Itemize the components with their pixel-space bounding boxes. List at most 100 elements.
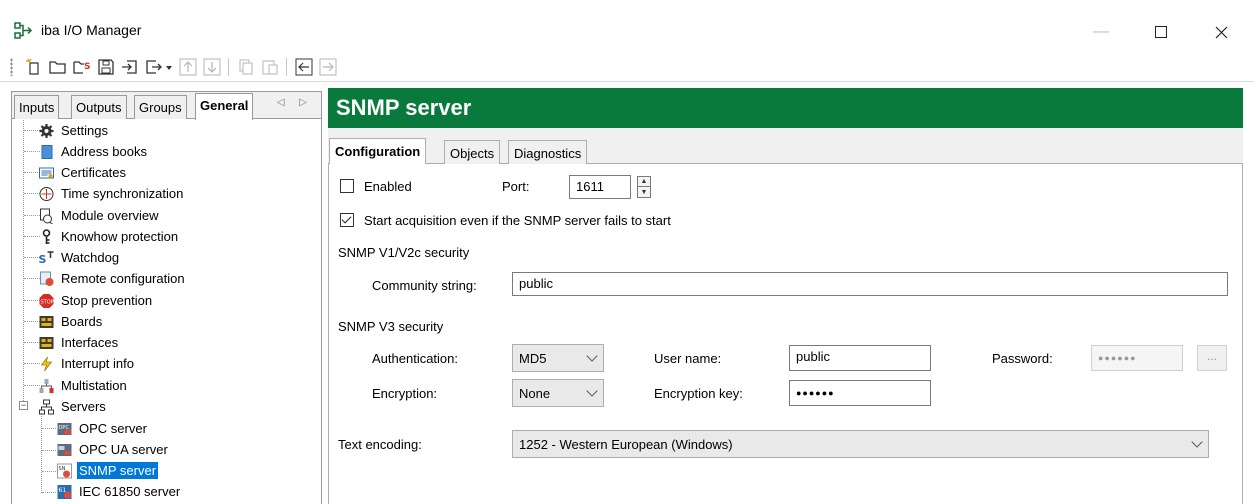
encryption-key-label: Encryption key:: [654, 386, 743, 401]
navigation-tabs: Inputs Outputs Groups General ◁ ▷: [12, 92, 321, 120]
new-icon[interactable]: [24, 57, 44, 77]
tree-item-module-overview[interactable]: Module overview: [38, 205, 161, 226]
toolbar-separator: [228, 58, 229, 76]
servers-expander[interactable]: −: [19, 401, 28, 410]
tree-item-certificates[interactable]: Certificates: [38, 162, 128, 183]
back-icon[interactable]: [294, 57, 314, 77]
encryption-select[interactable]: None: [512, 379, 604, 407]
chevron-down-icon: [586, 350, 598, 362]
tree-item-remote-configuration[interactable]: Remote configuration: [38, 268, 187, 289]
tree-item-label: Watchdog: [61, 250, 120, 265]
community-string-label: Community string:: [372, 278, 477, 293]
text-encoding-value: 1252 - Western European (Windows): [519, 437, 733, 452]
tree-item-interrupt-info[interactable]: Interrupt info: [38, 353, 136, 374]
tab-general[interactable]: General: [195, 93, 254, 120]
tree-item-address-books[interactable]: Address books: [38, 141, 149, 162]
tree-item-label: Certificates: [61, 165, 127, 180]
tree-item-stop-prevention[interactable]: STOP Stop prevention: [38, 290, 154, 311]
content-panel: SNMP server Configuration Objects Diagno…: [328, 88, 1243, 504]
authentication-label: Authentication:: [372, 351, 459, 366]
open-folder-icon[interactable]: [48, 57, 68, 77]
tab-configuration[interactable]: Configuration: [329, 138, 427, 165]
tree-item-label: Boards: [61, 314, 103, 329]
tree-item-multistation[interactable]: Multistation: [38, 375, 129, 396]
save-icon[interactable]: [96, 57, 116, 77]
tree-item-time-synchronization[interactable]: Time synchronization: [38, 183, 185, 204]
dropdown-arrow-icon[interactable]: [164, 57, 174, 77]
encryption-label: Encryption:: [372, 386, 438, 401]
tab-diagnostics[interactable]: Diagnostics: [508, 140, 588, 164]
remote-config-icon: [40, 271, 54, 286]
tree-item-label: Address books: [61, 144, 147, 159]
community-string-input[interactable]: public: [512, 272, 1228, 296]
tab-inputs[interactable]: Inputs: [14, 95, 60, 119]
tree-item-label: Time synchronization: [61, 186, 184, 201]
encryption-key-input[interactable]: ●●●●●●: [789, 380, 931, 406]
user-name-input[interactable]: public: [789, 345, 931, 371]
tab-scroll-arrows[interactable]: ◁ ▷: [277, 97, 313, 108]
tree-guide: [42, 492, 56, 493]
multistation-icon: [39, 378, 54, 393]
tree-item-label: Interrupt info: [61, 356, 134, 371]
tree-item-opc-ua-server[interactable]: OPC UA server: [56, 439, 170, 460]
tree-item-knowhow-protection[interactable]: Knowhow protection: [38, 226, 180, 247]
export-icon[interactable]: [144, 57, 164, 77]
tree-item-snmp-server[interactable]: SN SNMP server: [56, 460, 159, 481]
window-title: iba I/O Manager: [41, 22, 142, 38]
tree-item-interfaces[interactable]: Interfaces: [38, 332, 120, 353]
opc-icon: OPC: [57, 422, 72, 435]
port-input[interactable]: 1611: [569, 175, 631, 199]
watchdog-icon: S: [39, 250, 54, 266]
close-button[interactable]: [1198, 14, 1244, 50]
authentication-select[interactable]: MD5: [512, 344, 604, 372]
paste-icon[interactable]: [260, 57, 280, 77]
clock-sync-icon: [39, 186, 54, 201]
tree-item-iec-61850-server[interactable]: 61 IEC 61850 server: [56, 481, 182, 502]
enabled-label: Enabled: [364, 179, 412, 194]
close-icon: [1215, 26, 1227, 38]
port-label: Port:: [502, 179, 530, 194]
forward-icon[interactable]: [318, 57, 338, 77]
text-encoding-select[interactable]: 1252 - Western European (Windows): [512, 430, 1209, 458]
panel-title: SNMP server: [328, 88, 1243, 128]
spin-down-icon[interactable]: ▼: [638, 187, 650, 197]
v3-security-heading: SNMP V3 security: [338, 319, 444, 334]
tree-item-watchdog[interactable]: S Watchdog: [38, 247, 121, 268]
open-config-icon[interactable]: S: [72, 57, 92, 77]
maximize-button[interactable]: [1138, 14, 1184, 50]
key-icon: [42, 228, 51, 244]
move-up-icon[interactable]: [178, 57, 198, 77]
copy-icon[interactable]: [236, 57, 256, 77]
tree-item-opc-server[interactable]: OPC OPC server: [56, 418, 149, 439]
tree-item-servers[interactable]: Servers: [38, 396, 108, 417]
start-acquisition-checkbox[interactable]: [340, 213, 354, 227]
tab-objects[interactable]: Objects: [444, 140, 501, 164]
board-icon: [39, 315, 54, 328]
toolbar-grip[interactable]: [10, 58, 13, 76]
move-down-icon[interactable]: [202, 57, 222, 77]
servers-icon: [39, 399, 54, 414]
chevron-down-icon: [1191, 436, 1203, 448]
tree-guide: [41, 414, 42, 493]
toolbar: S: [0, 52, 1254, 82]
spin-up-icon[interactable]: ▲: [638, 177, 650, 187]
tree-item-label: Module overview: [61, 208, 159, 223]
password-browse-button[interactable]: ...: [1197, 345, 1227, 371]
content-tabs: Configuration Objects Diagnostics: [328, 137, 1243, 165]
port-spinner[interactable]: ▲ ▼: [637, 176, 651, 198]
tree-item-label: Knowhow protection: [61, 229, 179, 244]
svg-text:S: S: [84, 62, 90, 72]
enabled-checkbox[interactable]: [340, 179, 354, 193]
tree-item-label: Stop prevention: [61, 293, 153, 308]
import-icon[interactable]: [120, 57, 140, 77]
app-logo-icon: [14, 22, 33, 39]
minimize-button[interactable]: —: [1078, 14, 1124, 50]
password-input[interactable]: ●●●●●●: [1091, 345, 1183, 371]
tree-item-settings[interactable]: Settings: [38, 120, 110, 141]
interface-icon: [39, 336, 54, 349]
tree-item-boards[interactable]: Boards: [38, 311, 104, 332]
tab-groups[interactable]: Groups: [134, 95, 187, 119]
iec-icon: 61: [57, 484, 72, 499]
tree-guide: [42, 450, 56, 451]
tab-outputs[interactable]: Outputs: [71, 95, 127, 119]
